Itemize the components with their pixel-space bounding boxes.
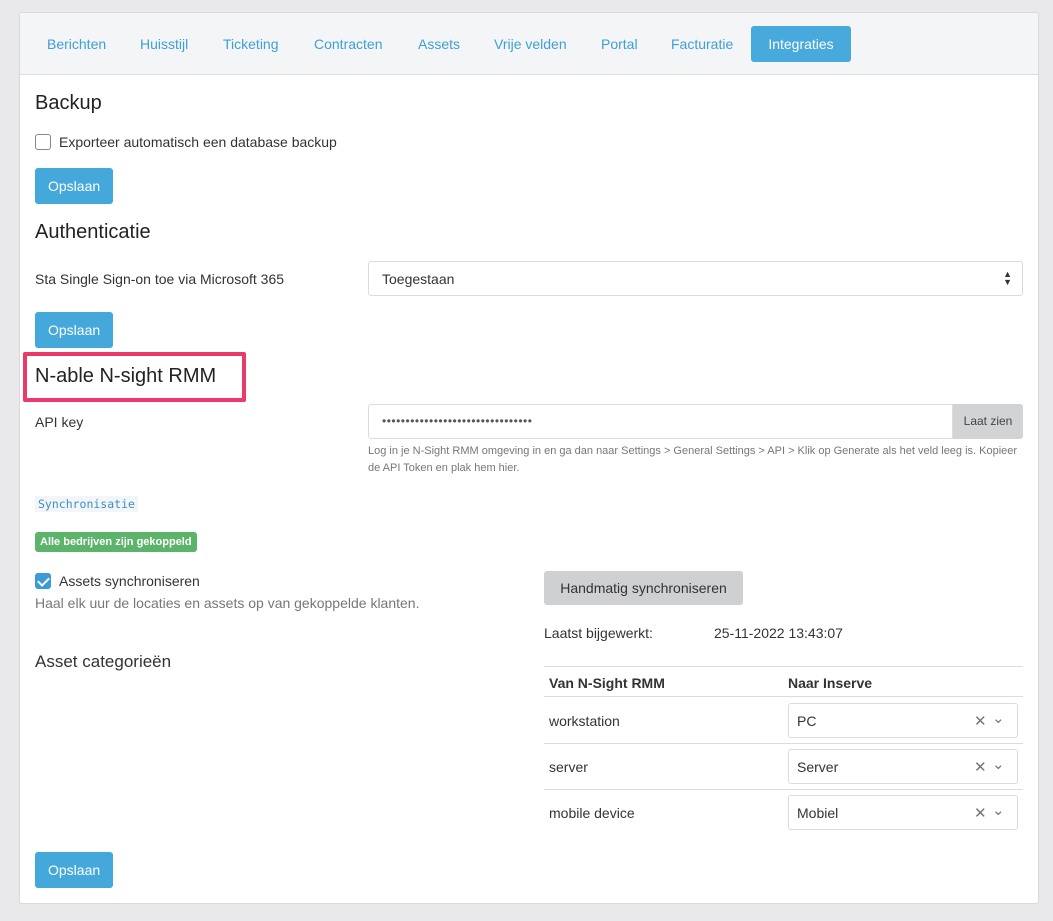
clear-icon[interactable]: ✕ xyxy=(974,758,987,776)
auth-save-button[interactable]: Opslaan xyxy=(35,312,114,348)
api-key-value: •••••••••••••••••••••••••••••••• xyxy=(382,414,533,428)
chevron-down-icon: ⌄ xyxy=(992,802,1005,819)
api-key-label: API key xyxy=(35,414,84,430)
show-api-key-button[interactable]: Laat zien xyxy=(953,404,1023,439)
table-divider xyxy=(544,743,1023,744)
auth-title: Authenticatie xyxy=(35,221,151,243)
mapping-select-value: PC xyxy=(797,713,817,729)
assets-sync-label: Assets synchroniseren xyxy=(59,573,200,589)
sso-select[interactable]: Toegestaan ▲ ▼ xyxy=(368,261,1023,296)
chevron-down-icon: ⌄ xyxy=(992,756,1005,773)
tab-facturatie[interactable]: Facturatie xyxy=(656,26,748,62)
asset-categories-title: Asset categorieën xyxy=(35,652,172,671)
mapping-select-server[interactable]: Server ✕ ⌄ xyxy=(788,749,1018,784)
api-key-help: Log in je N-Sight RMM omgeving in en ga … xyxy=(368,445,1018,474)
sync-code-label: Synchronisatie xyxy=(35,496,138,512)
status-badge: Alle bedrijven zijn gekoppeld xyxy=(35,532,197,552)
table-header-to: Naar Inserve xyxy=(788,675,873,691)
tab-integraties[interactable]: Integraties xyxy=(751,26,851,62)
tab-portal[interactable]: Portal xyxy=(586,26,653,62)
backup-checkbox[interactable] xyxy=(35,134,51,150)
api-key-input[interactable]: •••••••••••••••••••••••••••••••• xyxy=(368,404,953,439)
table-divider xyxy=(544,789,1023,790)
last-updated-label: Laatst bijgewerkt: xyxy=(544,625,653,641)
mapping-from-workstation: workstation xyxy=(549,713,620,729)
clear-icon[interactable]: ✕ xyxy=(974,804,987,822)
sort-arrows-icon: ▲ ▼ xyxy=(1003,269,1012,287)
mapping-select-value: Mobiel xyxy=(797,805,839,821)
rmm-title: N-able N-sight RMM xyxy=(35,365,217,387)
mapping-select-workstation[interactable]: PC ✕ ⌄ xyxy=(788,703,1018,738)
table-divider xyxy=(544,666,1023,667)
backup-checkbox-label: Exporteer automatisch een database backu… xyxy=(59,134,337,150)
mapping-from-mobile-device: mobile device xyxy=(549,805,635,821)
tab-ticketing[interactable]: Ticketing xyxy=(208,26,294,62)
backup-save-button[interactable]: Opslaan xyxy=(35,168,114,204)
tab-contracten[interactable]: Contracten xyxy=(299,26,397,62)
tab-vrije-velden[interactable]: Vrije velden xyxy=(479,26,582,62)
last-updated-value: 25-11-2022 13:43:07 xyxy=(714,625,843,641)
assets-sync-help: Haal elk uur de locaties en assets op va… xyxy=(35,595,420,611)
clear-icon[interactable]: ✕ xyxy=(974,712,987,730)
tab-huisstijl[interactable]: Huisstijl xyxy=(125,26,203,62)
mapping-select-value: Server xyxy=(797,759,839,775)
tab-berichten[interactable]: Berichten xyxy=(32,26,121,62)
mapping-from-server: server xyxy=(549,759,588,775)
table-divider xyxy=(544,696,1023,697)
assets-sync-checkbox[interactable] xyxy=(35,573,51,589)
sso-label: Sta Single Sign-on toe via Microsoft 365 xyxy=(35,271,285,287)
sso-select-value: Toegestaan xyxy=(382,271,455,287)
settings-tabs: Berichten Huisstijl Ticketing Contracten… xyxy=(20,13,1038,75)
settings-card: Berichten Huisstijl Ticketing Contracten… xyxy=(19,12,1039,904)
manual-sync-button[interactable]: Handmatig synchroniseren xyxy=(544,571,743,605)
chevron-down-icon: ⌄ xyxy=(992,710,1005,727)
rmm-save-button[interactable]: Opslaan xyxy=(35,852,114,888)
tab-assets[interactable]: Assets xyxy=(403,26,475,62)
mapping-select-mobile-device[interactable]: Mobiel ✕ ⌄ xyxy=(788,795,1018,830)
table-header-from: Van N-Sight RMM xyxy=(549,675,665,691)
backup-title: Backup xyxy=(35,92,102,114)
